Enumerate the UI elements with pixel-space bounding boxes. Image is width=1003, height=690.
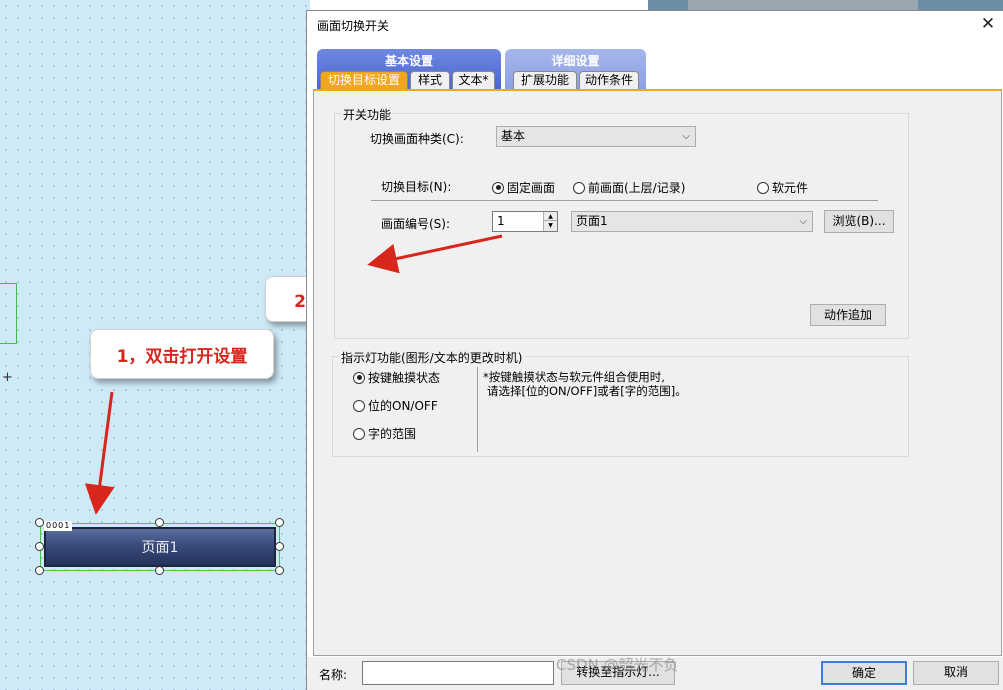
resize-handle[interactable] xyxy=(35,542,44,551)
spin-down-icon[interactable]: ▼ xyxy=(543,221,557,231)
vertical-divider xyxy=(477,367,478,452)
tab-group-basic[interactable]: 基本设置 切换目标设置 样式 文本* xyxy=(317,49,501,89)
radio-dot-icon xyxy=(353,427,365,440)
spin-up-icon[interactable]: ▲ xyxy=(543,212,557,221)
cancel-button[interactable]: 取消 xyxy=(913,661,999,685)
resize-handle[interactable] xyxy=(275,566,284,575)
screen-no-label: 画面编号(S): xyxy=(381,217,451,231)
browse-button[interactable]: 浏览(B)... xyxy=(824,210,894,233)
radio-dot-icon xyxy=(492,181,504,194)
screen-name-select[interactable]: 页面1 ⌵ xyxy=(571,211,813,232)
screen-type-label: 切换画面种类(C): xyxy=(370,132,464,146)
tab-extended-function[interactable]: 扩展功能 xyxy=(513,71,577,89)
radio-dot-icon xyxy=(353,399,365,412)
callout-step1: 1，双击打开设置 xyxy=(90,329,274,379)
screen-name-value: 页面1 xyxy=(576,214,608,228)
tab-text[interactable]: 文本* xyxy=(452,71,495,89)
chevron-down-icon: ⌵ xyxy=(682,131,690,142)
radio-previous-screen-label: 前画面(上层/记录) xyxy=(588,181,686,195)
resize-handle[interactable] xyxy=(35,566,44,575)
radio-device-label: 软元件 xyxy=(772,181,809,195)
widget-label: 页面1 xyxy=(141,540,179,556)
tab-style[interactable]: 样式 xyxy=(410,71,450,89)
partial-object-frame[interactable] xyxy=(0,283,17,344)
switch-function-title: 开关功能 xyxy=(341,106,394,123)
resize-handle[interactable] xyxy=(275,542,284,551)
radio-word-range[interactable]: 字的范围 xyxy=(353,425,416,442)
ok-button[interactable]: 确定 xyxy=(821,661,907,685)
tab-switch-target[interactable]: 切换目标设置 xyxy=(320,71,408,89)
radio-dot-icon xyxy=(757,181,769,194)
radio-fixed-screen[interactable]: 固定画面 xyxy=(492,179,555,196)
resize-handle[interactable] xyxy=(155,566,164,575)
resize-handle[interactable] xyxy=(35,518,44,527)
radio-bit-onoff-label: 位的ON/OFF xyxy=(368,399,438,413)
crosshair-icon: + xyxy=(2,370,13,385)
divider xyxy=(371,200,878,201)
radio-bit-onoff[interactable]: 位的ON/OFF xyxy=(353,397,438,414)
screen-no-spinner[interactable]: 1 ▲ ▼ xyxy=(492,211,558,232)
resize-handle[interactable] xyxy=(155,518,164,527)
radio-key-touch[interactable]: 按键触摸状态 xyxy=(353,369,440,386)
indicator-function-group: 指示灯功能(图形/文本的更改时机) 按键触摸状态 位的ON/OFF 字的范围 *… xyxy=(332,349,909,457)
screen-switch-widget[interactable]: 页面1 xyxy=(44,527,276,567)
close-icon[interactable]: ✕ xyxy=(979,15,997,33)
name-input[interactable] xyxy=(362,661,554,685)
screen-type-select[interactable]: 基本 ⌵ xyxy=(496,126,696,147)
watermark: CSDN @韶光不负 xyxy=(556,656,679,674)
radio-fixed-screen-label: 固定画面 xyxy=(507,181,556,195)
radio-dot-icon xyxy=(353,371,365,384)
radio-previous-screen[interactable]: 前画面(上层/记录) xyxy=(573,179,685,196)
radio-dot-icon xyxy=(573,181,585,194)
widget-id-label: 0001 xyxy=(44,521,73,531)
tab-group-detail[interactable]: 详细设置 扩展功能 动作条件 xyxy=(505,49,646,89)
radio-device[interactable]: 软元件 xyxy=(757,179,808,196)
radio-key-touch-label: 按键触摸状态 xyxy=(368,371,441,385)
tab-group-basic-title: 基本设置 xyxy=(384,54,433,68)
name-label: 名称: xyxy=(319,668,348,682)
indicator-note-line2: 请选择[位的ON/OFF]或者[字的范围]。 xyxy=(487,384,687,398)
switch-function-group: 开关功能 切换画面种类(C): 基本 ⌵ 切换目标(N): 固定画面 前画面(上… xyxy=(334,106,909,339)
dialog-title: 画面切换开关 xyxy=(317,19,390,33)
radio-word-range-label: 字的范围 xyxy=(368,427,417,441)
resize-handle[interactable] xyxy=(275,518,284,527)
switch-target-label: 切换目标(N): xyxy=(381,180,452,194)
tab-action-condition[interactable]: 动作条件 xyxy=(579,71,639,89)
screen-no-value: 1 xyxy=(497,214,505,228)
screen-type-value: 基本 xyxy=(501,129,526,143)
add-action-button[interactable]: 动作追加 xyxy=(810,304,886,326)
tab-group-detail-title: 详细设置 xyxy=(551,54,600,68)
tab-panel: 开关功能 切换画面种类(C): 基本 ⌵ 切换目标(N): 固定画面 前画面(上… xyxy=(313,89,1002,656)
screen-switch-dialog: 画面切换开关 ✕ 基本设置 切换目标设置 样式 文本* 详细设置 扩展功能 动作… xyxy=(306,10,1003,690)
indicator-function-title: 指示灯功能(图形/文本的更改时机) xyxy=(339,349,525,366)
chevron-down-icon: ⌵ xyxy=(799,216,807,227)
